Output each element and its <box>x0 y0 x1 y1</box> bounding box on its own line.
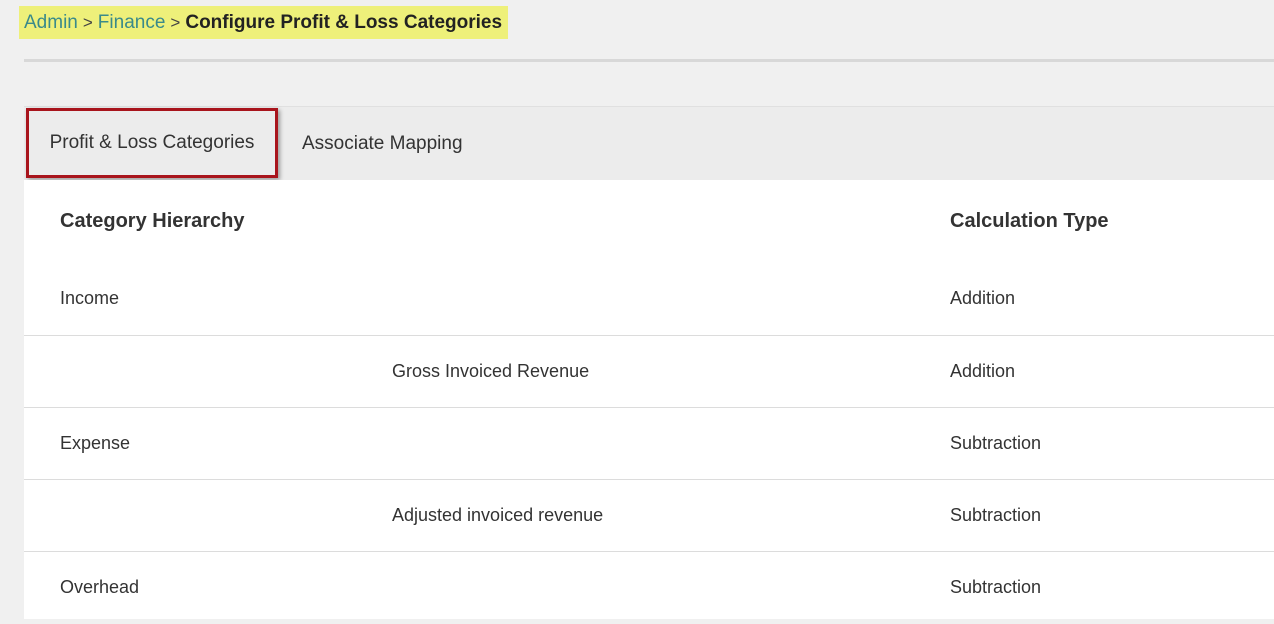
categories-table: Category Hierarchy Calculation Type Inco… <box>24 180 1274 619</box>
table-row[interactable]: Expense Subtraction <box>24 408 1274 480</box>
table-row[interactable]: Income Addition <box>24 264 1274 336</box>
table-header-row: Category Hierarchy Calculation Type <box>24 180 1274 266</box>
header-divider <box>24 59 1274 62</box>
category-cell: Adjusted invoiced revenue <box>392 505 604 525</box>
tab-bar: Profit & Loss Categories Associate Mappi… <box>24 106 1274 180</box>
category-cell: Income <box>60 288 120 308</box>
category-cell: Overhead <box>60 577 140 597</box>
category-cell: Gross Invoiced Revenue <box>392 361 590 381</box>
calculation-type-cell: Subtraction <box>950 433 1042 453</box>
calculation-type-cell: Subtraction <box>950 577 1042 597</box>
breadcrumb: Admin > Finance > Configure Profit & Los… <box>19 6 509 39</box>
tab-associate-mapping[interactable]: Associate Mapping <box>302 107 463 180</box>
table-row[interactable]: Overhead Subtraction <box>24 552 1274 624</box>
breadcrumb-link-finance[interactable]: Finance <box>98 12 166 34</box>
tab-label: Associate Mapping <box>302 132 463 154</box>
breadcrumb-separator: > <box>82 12 93 32</box>
category-cell: Expense <box>60 433 131 453</box>
calculation-type-cell: Addition <box>950 288 1016 308</box>
tab-profit-loss-categories[interactable]: Profit & Loss Categories <box>26 108 278 178</box>
breadcrumb-link-admin[interactable]: Admin <box>24 12 78 34</box>
breadcrumb-separator: > <box>170 12 181 32</box>
calculation-type-cell: Addition <box>950 361 1016 381</box>
column-header-calculation-type: Calculation Type <box>950 210 1109 232</box>
table-row[interactable]: Adjusted invoiced revenue Subtraction <box>24 480 1274 552</box>
tab-label: Profit & Loss Categories <box>49 132 255 153</box>
column-header-category-hierarchy: Category Hierarchy <box>60 210 245 232</box>
calculation-type-cell: Subtraction <box>950 505 1042 525</box>
breadcrumb-current-page: Configure Profit & Loss Categories <box>185 11 503 33</box>
table-row[interactable]: Gross Invoiced Revenue Addition <box>24 336 1274 408</box>
